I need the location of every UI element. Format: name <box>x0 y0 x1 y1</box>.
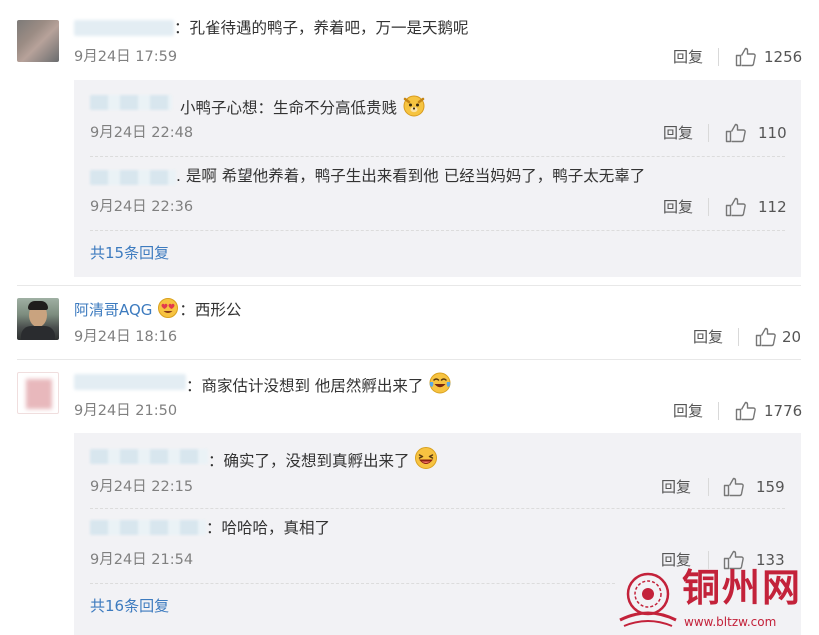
divider <box>718 48 719 66</box>
like-count: 20 <box>782 328 802 346</box>
divider <box>17 285 801 286</box>
commenter-avatar[interactable] <box>17 298 59 340</box>
comment-text: 阿清哥AQG ：西形公 <box>74 297 241 320</box>
divider <box>90 156 785 157</box>
laughing-emoji <box>415 447 438 469</box>
divider <box>90 230 785 231</box>
commenter-avatar[interactable] <box>17 20 59 62</box>
more-replies-link[interactable]: 共16条回复 <box>90 596 169 616</box>
reply-button[interactable]: 回复 <box>693 328 723 346</box>
divider <box>708 478 709 496</box>
tears-of-joy-emoji <box>429 372 451 394</box>
like-count: 110 <box>758 124 787 142</box>
blurred-username[interactable] <box>90 95 172 110</box>
thumbs-up-icon[interactable] <box>735 401 757 421</box>
divider <box>718 402 719 420</box>
reply-text: . 是啊 希望他养着，鸭子生出来看到他 已经当妈妈了，鸭子太无辜了 <box>176 167 646 185</box>
reply-time: 9月24日 22:36 <box>90 199 194 215</box>
blurred-username[interactable] <box>90 449 208 464</box>
reply-time: 9月24日 21:54 <box>90 552 194 568</box>
divider <box>90 508 785 509</box>
divider <box>90 583 615 584</box>
heart-eyes-emoji <box>158 298 179 318</box>
blurred-username[interactable] <box>90 520 206 535</box>
like-count: 1256 <box>764 48 803 66</box>
thumbs-up-icon[interactable] <box>755 327 777 347</box>
divider <box>17 359 801 360</box>
divider <box>738 328 739 346</box>
commenter-avatar[interactable] <box>17 372 59 414</box>
reply-time: 9月24日 22:15 <box>90 479 194 495</box>
like-count: 1776 <box>764 402 803 420</box>
blurred-username[interactable] <box>74 20 174 36</box>
comment-time: 9月24日 18:16 <box>74 329 178 345</box>
reply-button[interactable]: 回复 <box>673 402 703 420</box>
like-count: 112 <box>758 198 787 216</box>
like-count: 159 <box>756 478 785 496</box>
reply-button[interactable]: 回复 <box>663 124 693 142</box>
comment-text: ：商家估计没想到 他居然孵出来了 <box>186 371 452 396</box>
reply-text: 小鸭子心想：生命不分高低贵贱 <box>180 93 426 118</box>
blurred-username[interactable] <box>90 170 176 185</box>
reply-text: ：确实了，没想到真孵出来了 <box>208 446 438 471</box>
reply-button[interactable]: 回复 <box>673 48 703 66</box>
reply-button[interactable]: 回复 <box>663 198 693 216</box>
reply-button[interactable]: 回复 <box>661 478 691 496</box>
watermark-title: 铜州网 <box>682 565 803 610</box>
thumbs-up-icon[interactable] <box>735 47 757 67</box>
comment-time: 9月24日 17:59 <box>74 49 178 65</box>
comment-time: 9月24日 21:50 <box>74 403 178 419</box>
thumbs-up-icon[interactable] <box>725 197 747 217</box>
thumbs-up-icon[interactable] <box>725 123 747 143</box>
username-link[interactable]: 阿清哥AQG <box>74 301 152 319</box>
thumbs-up-icon[interactable] <box>723 477 745 497</box>
divider <box>708 124 709 142</box>
watermark-logo <box>619 572 677 627</box>
watermark-url: www.bltzw.com <box>684 615 777 629</box>
comment-text: ：孔雀待遇的鸭子，养着吧，万一是天鹅呢 <box>174 19 469 37</box>
reply-text: ：哈哈哈，真相了 <box>206 519 331 537</box>
divider <box>708 198 709 216</box>
blurred-username[interactable] <box>74 374 186 390</box>
more-replies-link[interactable]: 共15条回复 <box>90 243 169 263</box>
dog-face-emoji <box>403 95 425 117</box>
reply-time: 9月24日 22:48 <box>90 125 194 141</box>
